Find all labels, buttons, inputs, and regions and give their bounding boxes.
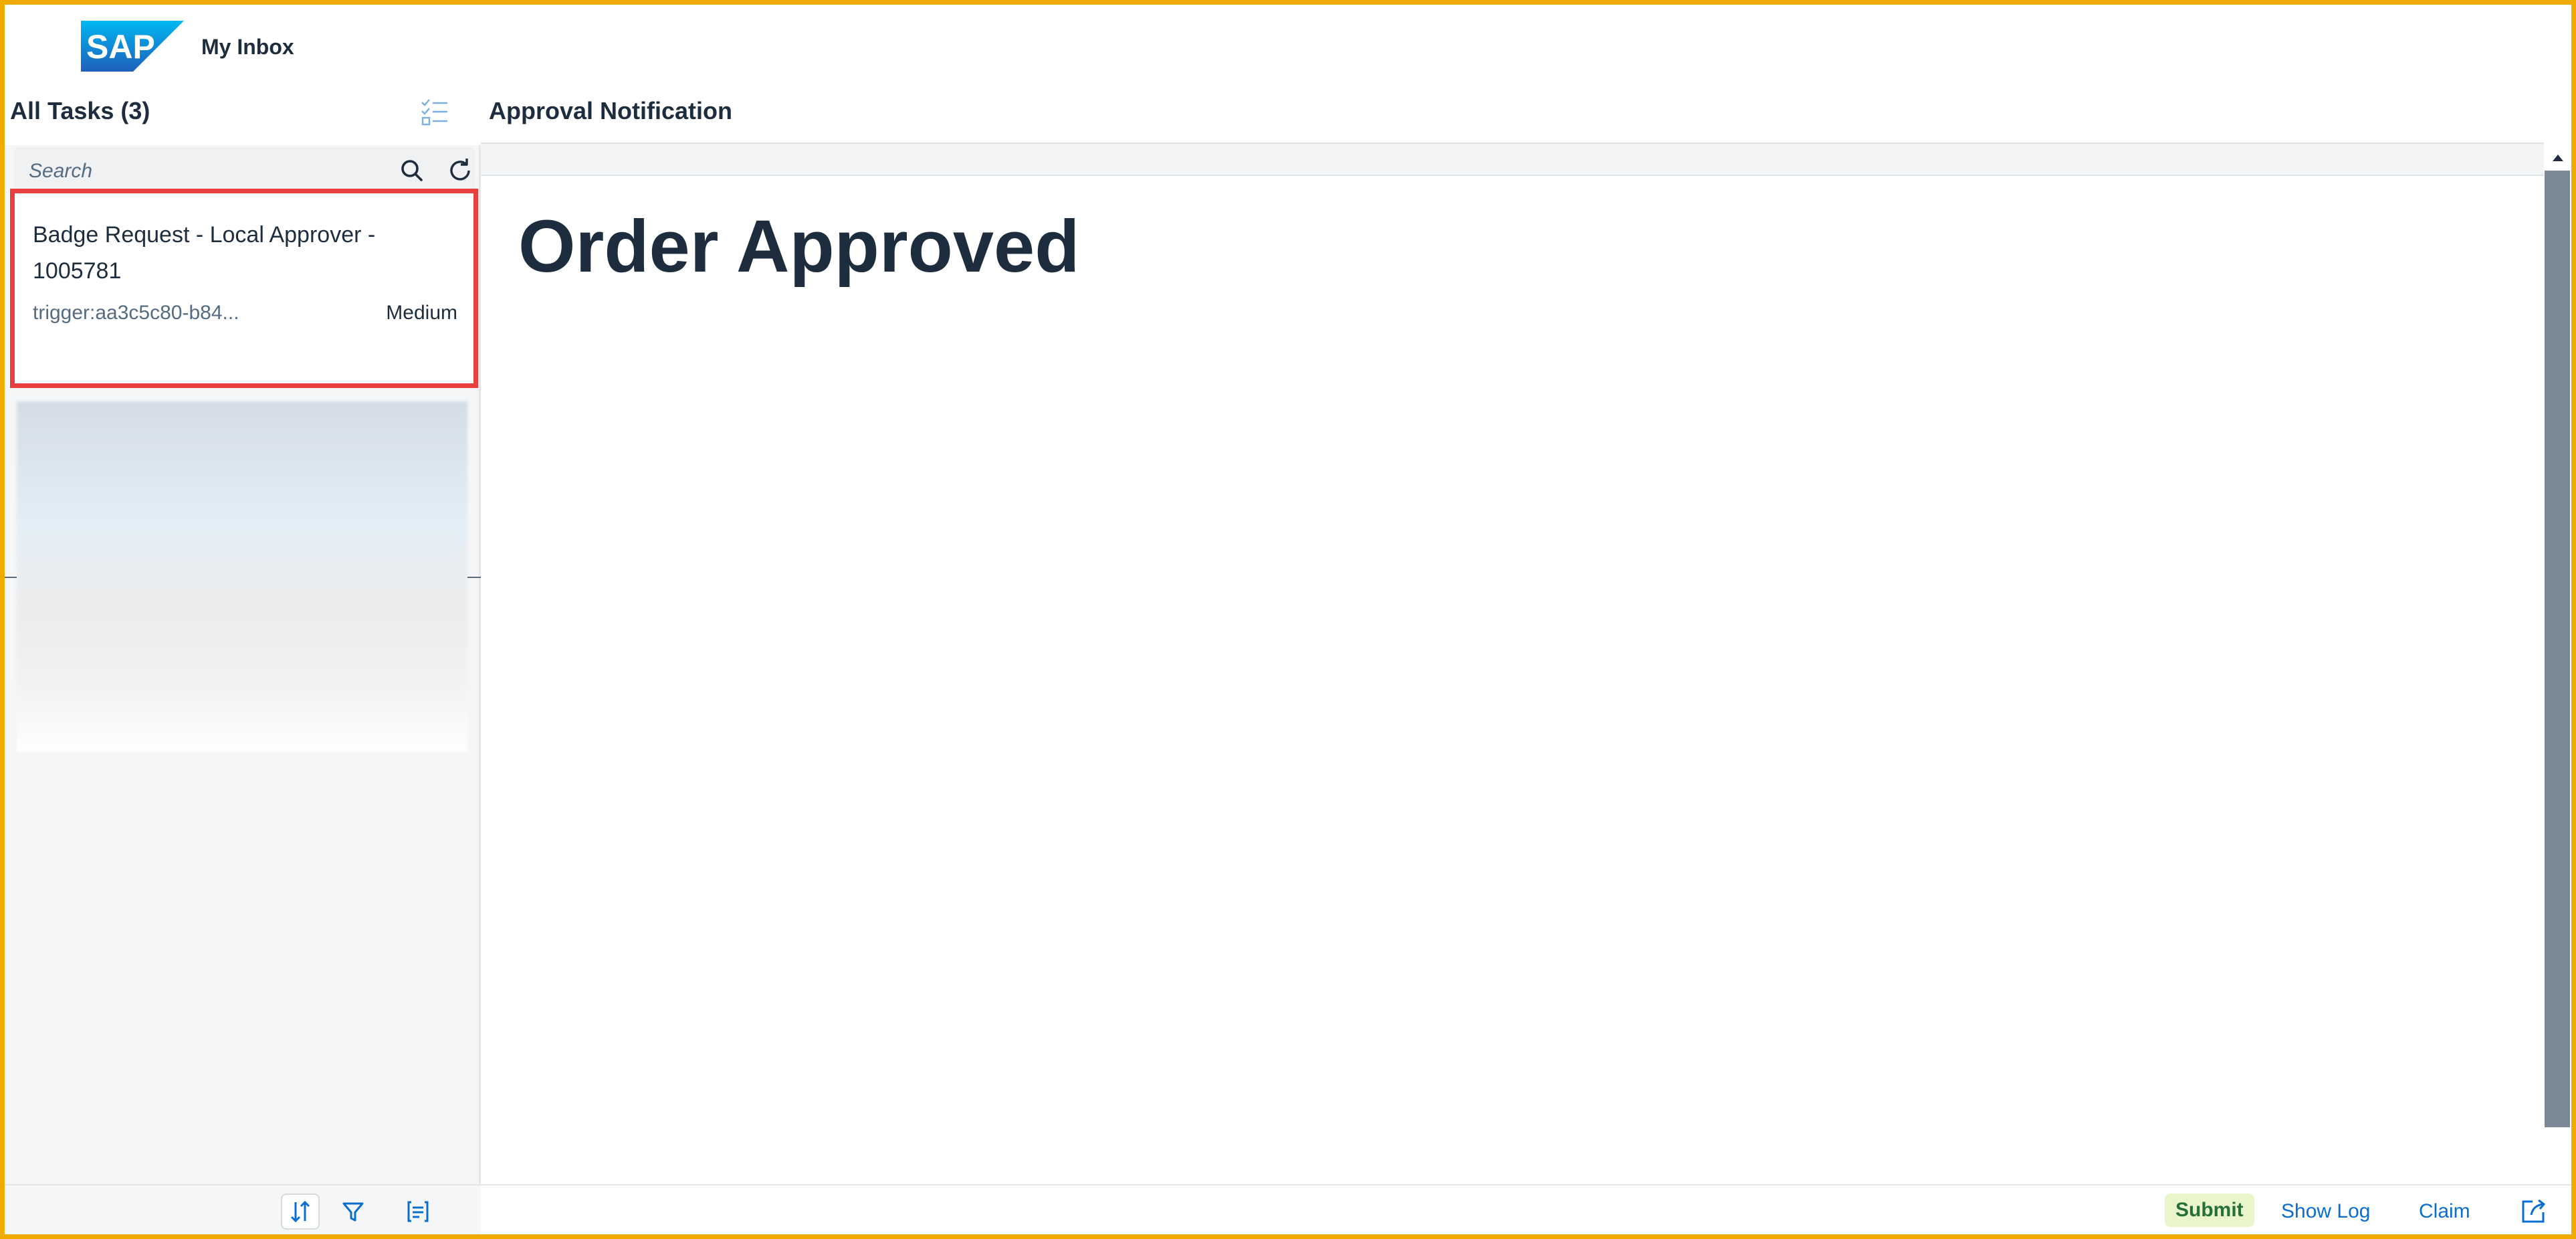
submit-button[interactable]: Submit [2165, 1194, 2254, 1227]
task-title: Badge Request - Local Approver - 1005781 [33, 222, 376, 284]
scrollbar-thumb[interactable] [2545, 171, 2570, 1127]
task-detail-pane: Approval Notification Order Approved Sub… [481, 80, 2571, 1236]
detail-title: Approval Notification [489, 97, 733, 124]
order-status-heading: Order Approved [518, 205, 1080, 288]
refresh-icon[interactable] [444, 155, 476, 187]
task-list-header: All Tasks (3) [5, 80, 481, 145]
list-divider [5, 577, 17, 578]
group-icon[interactable] [399, 1194, 437, 1230]
sap-logo[interactable]: SAP [81, 21, 184, 72]
task-subtitle: trigger:aa3c5c80-b84... [33, 302, 239, 324]
filter-icon[interactable] [334, 1194, 372, 1230]
app-title: My Inbox [201, 35, 294, 59]
show-log-button[interactable]: Show Log [2281, 1200, 2370, 1223]
scroll-up-arrow-icon[interactable] [2550, 144, 2566, 171]
shell-bar: SAP My Inbox [5, 5, 2571, 80]
sort-icon[interactable] [281, 1194, 320, 1230]
task-priority: Medium [386, 302, 457, 324]
search-input[interactable] [27, 155, 391, 187]
search-icon[interactable] [396, 155, 428, 187]
task-list-title: All Tasks (3) [10, 97, 150, 124]
multi-select-icon[interactable] [419, 96, 451, 128]
open-in-new-icon[interactable] [2518, 1195, 2550, 1227]
claim-button[interactable]: Claim [2419, 1200, 2470, 1223]
task-list-pane: All Tasks (3) Badge Request - Local Appr… [5, 80, 481, 1236]
list-divider [467, 577, 481, 578]
sap-logo-text: SAP [86, 28, 155, 66]
task-list-footer [5, 1184, 481, 1236]
detail-toolbar-strip [481, 142, 2544, 176]
task-list-item[interactable]: Badge Request - Local Approver - 1005781… [10, 189, 478, 388]
search-bar [14, 147, 475, 194]
detail-footer: Submit Show Log Claim [481, 1184, 2571, 1236]
blurred-task-items [17, 401, 467, 752]
